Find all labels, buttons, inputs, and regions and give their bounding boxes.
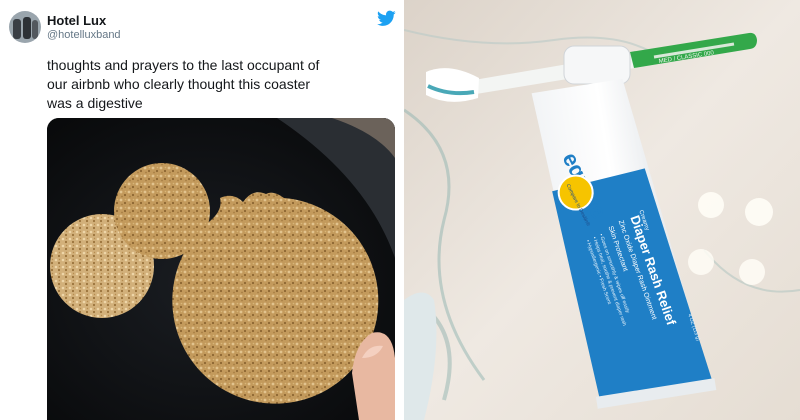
tweet-photo[interactable] [47, 118, 395, 420]
tweet-panel: Hotel Lux @hotelluxband thoughts and pra… [0, 0, 400, 420]
product-photo[interactable]: MED / CLASSIC 000 equate Compare to Desi… [404, 0, 800, 420]
display-name[interactable]: Hotel Lux [47, 13, 106, 28]
avatar[interactable] [9, 11, 41, 43]
tweet-text: thoughts and prayers to the last occupan… [47, 57, 320, 111]
username-handle[interactable]: @hotelluxband [47, 29, 121, 41]
twitter-bird-icon[interactable] [377, 10, 396, 27]
